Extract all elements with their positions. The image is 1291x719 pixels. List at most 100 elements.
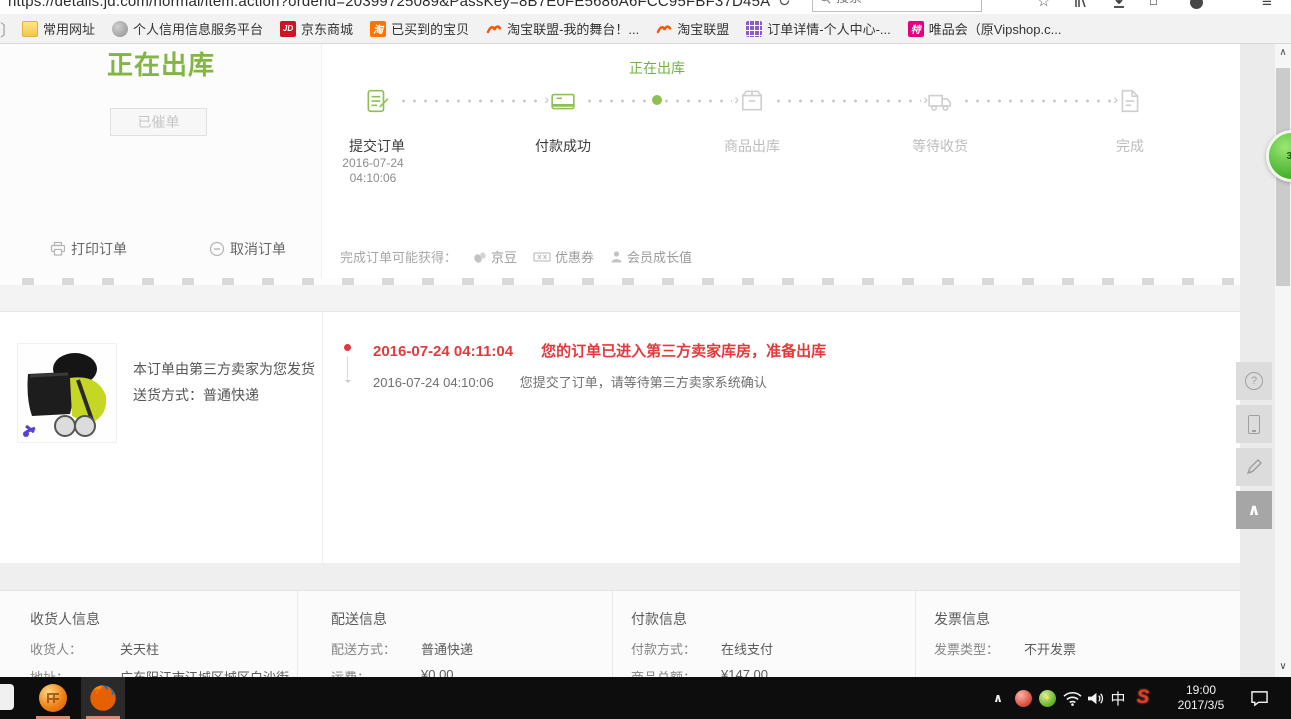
- tray-mascot-icon[interactable]: [1012, 677, 1034, 719]
- back-to-top-button[interactable]: ∧: [1236, 491, 1272, 529]
- ime-indicator[interactable]: 中: [1107, 677, 1129, 719]
- product-thumbnail[interactable]: [17, 343, 117, 443]
- reward-jingdou: 京豆: [473, 247, 517, 266]
- bookmark-taobao-bought[interactable]: 淘 已买到的宝贝: [370, 19, 469, 38]
- taobao-favicon: 淘: [370, 21, 386, 37]
- downloads-icon[interactable]: [1112, 0, 1126, 9]
- tray-expand-icon[interactable]: ∧: [988, 677, 1008, 719]
- order-info-card: 收货人信息 收货人：关天柱 地址：广东阳江市江城区城区白沙街道 配送信息 配送方…: [0, 590, 1240, 677]
- coupon-icon: [533, 250, 551, 264]
- sogou-icon[interactable]: S: [1131, 677, 1155, 719]
- seller-note: 本订单由第三方卖家为您发货: [133, 359, 315, 379]
- taskbar-date: 2017/3/5: [1178, 698, 1225, 713]
- submit-order-datetime: 2016-07-24 04:10:06: [342, 156, 403, 186]
- delivery-info-section: 配送信息 配送方式：普通快递 运费：¥0.00: [297, 591, 612, 677]
- urged-button[interactable]: 已催单: [110, 108, 207, 136]
- alimama-swoosh-icon: [486, 21, 502, 37]
- section-title: 付款信息: [631, 609, 915, 629]
- cancel-order-link[interactable]: 取消订单: [209, 239, 286, 259]
- vip-favicon: 特: [908, 21, 924, 37]
- url-field[interactable]: https://details.jd.com/normal/item.actio…: [8, 0, 770, 10]
- chevron-up-icon: ∧: [1248, 500, 1261, 520]
- connector-dots: [398, 99, 542, 103]
- tray-green-orb-icon[interactable]: ✦: [1036, 677, 1058, 719]
- action-center-icon[interactable]: [1244, 677, 1274, 719]
- payment-success-icon: [550, 88, 576, 114]
- taskbar: ∧ ✦ 中 S 19:00 2017/3/5: [0, 677, 1291, 719]
- await-delivery-icon: [927, 88, 953, 114]
- bean-icon: [473, 250, 487, 264]
- taskbar-firefox[interactable]: [81, 677, 125, 719]
- step-label: 付款成功: [535, 136, 591, 156]
- order-detail-page: 正在出库 已催单 打印订单 取消订单 正在出库: [0, 44, 1277, 677]
- home-icon[interactable]: ⌂: [1149, 0, 1158, 9]
- perforation-divider: [0, 278, 1240, 285]
- current-status-label: 正在出库: [629, 58, 685, 78]
- bookmark-jd[interactable]: JD 京东商城: [280, 19, 353, 38]
- feedback-button[interactable]: [1236, 448, 1272, 486]
- bookmark-star-icon[interactable]: ☆: [1037, 0, 1050, 10]
- bookmark-vip[interactable]: 特 唯品会（原Vipshop.c...: [908, 19, 1062, 38]
- right-gutter: [1240, 44, 1274, 677]
- extension-icon[interactable]: [1190, 0, 1203, 9]
- menu-icon[interactable]: ≡: [1262, 0, 1272, 12]
- connector-dots: [961, 99, 1111, 103]
- rewards-label: 完成订单可能获得：: [340, 247, 457, 266]
- screen: https://details.jd.com/normal/item.actio…: [0, 0, 1291, 719]
- wifi-icon[interactable]: [1060, 677, 1084, 719]
- reward-coupon: 优惠券: [533, 247, 594, 266]
- search-box[interactable]: [812, 0, 982, 12]
- printer-icon: [50, 241, 66, 257]
- complete-icon: [1117, 88, 1143, 114]
- rewards-row: 完成订单可能获得： 京豆 优惠券 会员成长值: [340, 247, 692, 266]
- bookmark-taobao-union-stage[interactable]: 淘宝联盟-我的舞台！...: [486, 19, 639, 38]
- timeline-dot: [344, 344, 351, 351]
- globe-icon: [112, 21, 128, 37]
- section-title: 收货人信息: [30, 609, 297, 629]
- delivery-note: 送货方式：普通快递: [133, 385, 259, 405]
- bookmark-changyong[interactable]: 常用网址: [22, 19, 95, 38]
- library-icon[interactable]: [1074, 0, 1088, 9]
- phone-icon: [1248, 415, 1260, 434]
- step-label: 提交订单: [349, 136, 405, 156]
- bookmark-order-detail[interactable]: 订单详情-个人中心-...: [746, 19, 891, 38]
- step-label: 等待收货: [912, 136, 968, 156]
- print-order-link[interactable]: 打印订单: [50, 239, 127, 259]
- bookmark-taobao-union[interactable]: 淘宝联盟: [656, 19, 729, 38]
- timeline-line: [347, 356, 348, 382]
- reload-icon[interactable]: [778, 0, 791, 7]
- order-status-title: 正在出库: [107, 45, 215, 82]
- goods-outbound-icon: [739, 88, 765, 114]
- order-status-panel: 正在出库 已催单 打印订单 取消订单: [0, 44, 322, 278]
- question-icon: ?: [1245, 372, 1263, 390]
- bookmark-credit[interactable]: 个人信用信息服务平台: [112, 19, 263, 38]
- jd-favicon: JD: [280, 21, 296, 37]
- search-input[interactable]: [836, 0, 956, 5]
- scroll-down-arrow[interactable]: ∨: [1275, 661, 1291, 672]
- consignee-info-section: 收货人信息 收货人：关天柱 地址：广东阳江市江城区城区白沙街道: [0, 591, 297, 677]
- member-icon: [610, 250, 623, 264]
- section-gap: [0, 285, 1277, 311]
- taskbar-clock[interactable]: 19:00 2017/3/5: [1163, 677, 1239, 719]
- invoice-info-section: 发票信息 发票类型：不开发票: [915, 591, 1240, 677]
- purple-favicon: [746, 21, 762, 37]
- shipping-message-card: 本订单由第三方卖家为您发货 送货方式：普通快递 2016-07-24 04:11…: [0, 311, 1240, 563]
- submit-order-icon: [364, 88, 390, 114]
- clipped-taskbar-icon: [0, 684, 14, 710]
- alimama-swoosh-icon: [656, 21, 672, 37]
- section-title: 发票信息: [934, 609, 1240, 629]
- search-icon: [819, 0, 831, 4]
- orange-app-icon: [39, 684, 67, 712]
- current-progress-dot: [652, 95, 662, 105]
- folder-icon: [22, 21, 38, 37]
- speaker-icon[interactable]: [1084, 677, 1106, 719]
- section-gap: [0, 563, 1277, 590]
- scroll-up-arrow[interactable]: ∧: [1275, 47, 1291, 58]
- floating-toolbar: ? ∧: [1236, 362, 1272, 534]
- mobile-button[interactable]: [1236, 405, 1272, 443]
- taskbar-app-orange[interactable]: [31, 677, 75, 719]
- step-label: 完成: [1116, 136, 1144, 156]
- payment-info-section: 付款信息 付款方式：在线支付 商品总额：¥147.00: [612, 591, 915, 677]
- help-button[interactable]: ?: [1236, 362, 1272, 400]
- taskbar-time: 19:00: [1186, 683, 1216, 698]
